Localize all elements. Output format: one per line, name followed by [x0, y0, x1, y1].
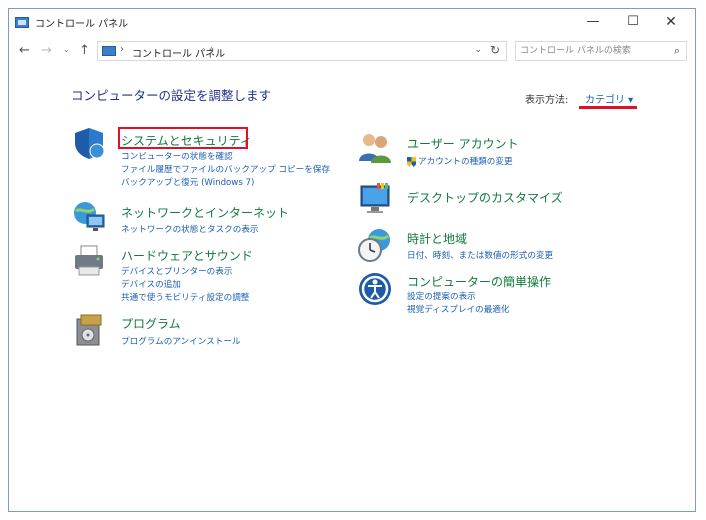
link-settings-suggestions[interactable]: 設定の提案の表示: [407, 290, 476, 302]
refresh-icon[interactable]: ↻: [490, 43, 500, 57]
control-panel-icon: [102, 46, 116, 56]
link-optimize-display[interactable]: 視覚ディスプレイの最適化: [407, 303, 510, 315]
view-by-dropdown[interactable]: カテゴリ ▾: [585, 91, 633, 106]
address-bar[interactable]: › コントロール パネル › ⌄ ↻: [97, 41, 507, 61]
breadcrumb-separator-icon[interactable]: ›: [120, 44, 124, 55]
uac-shield-icon: [407, 156, 416, 167]
search-input[interactable]: [520, 44, 660, 58]
users-icon: [359, 134, 391, 163]
programs-icon: [76, 314, 102, 346]
category-hardware-sound: ハードウェアとサウンド デバイスとプリンターの表示 デバイスの追加 共通で使うモ…: [71, 243, 351, 309]
address-dropdown-icon[interactable]: ⌄: [474, 45, 482, 55]
category-title[interactable]: ネットワークとインターネット: [121, 204, 289, 221]
category-user-accounts: ユーザー アカウント アカウントの種類の変更: [357, 129, 657, 169]
category-title[interactable]: ハードウェアとサウンド: [121, 247, 253, 264]
link-uninstall-program[interactable]: プログラムのアンインストール: [121, 335, 241, 347]
ease-of-access-icon: [359, 273, 391, 305]
category-title[interactable]: 時計と地域: [407, 230, 467, 247]
category-clock-region: 時計と地域 日付、時刻、または数値の形式の変更: [357, 227, 657, 267]
category-programs: プログラム プログラムのアンインストール: [71, 313, 351, 355]
link-change-account-type[interactable]: アカウントの種類の変更: [407, 155, 513, 167]
minimize-button[interactable]: —: [573, 11, 613, 33]
link-mobility-settings[interactable]: 共通で使うモビリティ設定の調整: [121, 291, 249, 303]
window-title: コントロール パネル: [35, 19, 129, 30]
category-title[interactable]: ユーザー アカウント: [407, 135, 519, 152]
category-title[interactable]: デスクトップのカスタマイズ: [407, 189, 563, 206]
title-bar: コントロール パネル — ☐ ✕: [9, 9, 695, 37]
up-arrow-icon[interactable]: ↑: [79, 43, 90, 58]
search-box[interactable]: ⌕: [515, 41, 687, 61]
back-arrow-icon[interactable]: ←: [19, 43, 30, 58]
close-button[interactable]: ✕: [651, 11, 691, 33]
category-title[interactable]: プログラム: [121, 315, 181, 332]
personalize-icon: [360, 183, 390, 213]
maximize-button[interactable]: ☐: [613, 11, 653, 33]
link-add-device[interactable]: デバイスの追加: [121, 278, 181, 290]
clock-globe-icon: [358, 229, 390, 262]
printer-icon: [75, 245, 103, 276]
forward-arrow-icon[interactable]: →: [41, 43, 52, 58]
view-by-highlight: [579, 106, 637, 109]
page-title: コンピューターの設定を調整します: [71, 88, 272, 103]
link-devices-printers[interactable]: デバイスとプリンターの表示: [121, 265, 232, 277]
search-icon[interactable]: ⌕: [674, 44, 680, 58]
link-text[interactable]: アカウントの種類の変更: [418, 157, 513, 167]
shield-icon: [75, 128, 105, 159]
view-by-label: 表示方法:: [525, 95, 569, 106]
network-globe-icon: [74, 202, 105, 231]
recent-locations-icon[interactable]: ⌄: [63, 45, 70, 54]
category-network-internet: ネットワークとインターネット ネットワークの状態とタスクの表示: [71, 199, 351, 239]
breadcrumb-separator-icon[interactable]: ›: [210, 44, 214, 55]
link-network-status[interactable]: ネットワークの状態とタスクの表示: [121, 223, 259, 235]
link-file-history[interactable]: ファイル履歴でファイルのバックアップ コピーを保存: [121, 163, 330, 175]
link-backup-restore[interactable]: バックアップと復元 (Windows 7): [121, 176, 254, 188]
category-appearance: デスクトップのカスタマイズ: [357, 181, 657, 221]
link-date-time-format[interactable]: 日付、時刻、または数値の形式の変更: [407, 249, 553, 261]
category-title[interactable]: コンピューターの簡単操作: [407, 273, 551, 290]
link-check-status[interactable]: コンピューターの状態を確認: [121, 150, 233, 162]
highlight-box: [118, 127, 248, 149]
category-ease-of-access: コンピューターの簡単操作 設定の提案の表示 視覚ディスプレイの最適化: [357, 271, 657, 321]
control-panel-icon: [15, 17, 29, 28]
control-panel-window: コントロール パネル — ☐ ✕ ← → ⌄ ↑ › コントロール パネル › …: [8, 8, 696, 512]
navigation-bar: ← → ⌄ ↑ › コントロール パネル › ⌄ ↻ ⌕: [9, 39, 695, 65]
